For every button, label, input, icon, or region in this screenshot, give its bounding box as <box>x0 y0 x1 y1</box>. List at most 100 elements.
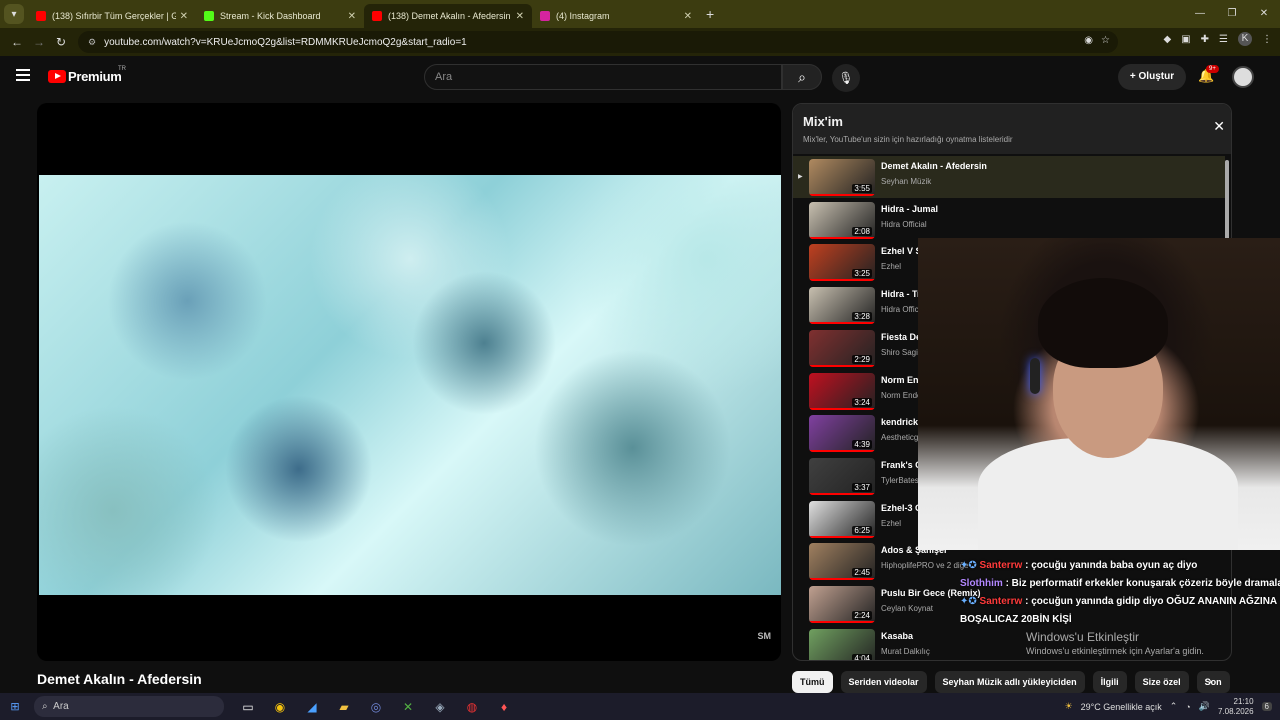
volume-icon[interactable]: 🔊 <box>1199 701 1210 712</box>
site-info-icon[interactable]: ⚙ <box>88 37 96 48</box>
video-player[interactable]: SM <box>37 103 781 661</box>
weather-icon[interactable]: ☀ <box>1065 701 1073 712</box>
now-playing-icon: ▶ <box>798 174 803 180</box>
url-text: youtube.com/watch?v=KRUeJcmoQ2g&list=RDM… <box>104 36 467 48</box>
video-thumbnail[interactable]: 3:28 <box>809 287 875 325</box>
notification-count[interactable]: 6 <box>1261 702 1272 711</box>
back-icon[interactable]: ← <box>6 35 28 49</box>
chip-related[interactable]: İlgili <box>1092 671 1127 693</box>
new-tab-icon[interactable]: + <box>706 6 714 22</box>
playlist-item-title: Ezhel V S <box>881 246 922 257</box>
video-thumbnail[interactable]: 6:25 <box>809 500 875 538</box>
chip-all[interactable]: Tümü <box>792 671 833 693</box>
close-tab-icon[interactable]: ✕ <box>348 11 356 22</box>
browser-tab-2[interactable]: Stream - Kick Dashboard ✕ <box>196 4 364 28</box>
chrome-icon[interactable]: ◉ <box>270 700 290 714</box>
app-icon[interactable]: ♦ <box>494 700 514 714</box>
chip-for-you[interactable]: Size özel <box>1134 671 1189 693</box>
profile-avatar[interactable]: K <box>1238 32 1252 46</box>
mix-title[interactable]: Mix'im <box>803 114 843 129</box>
bookmark-star-icon[interactable]: ☆ <box>1101 35 1110 46</box>
puzzle-icon[interactable]: ✚ <box>1201 34 1209 45</box>
clock[interactable]: 21:10 7.08.2026 <box>1218 697 1254 717</box>
playlist-item-channel: Norm Ende <box>881 390 922 400</box>
close-window-icon[interactable]: ✕ <box>1248 0 1280 28</box>
watch-progress-bar <box>809 621 875 623</box>
video-thumbnail[interactable]: 3:55 <box>809 159 875 196</box>
windows-start-icon[interactable]: ⊞ <box>0 700 30 713</box>
tab-search-button[interactable]: ▾ <box>4 4 24 24</box>
playlist-item[interactable]: ▶ 3:55 Demet Akalın - Afedersin Seyhan Müzi… <box>793 156 1225 198</box>
playlist-item-channel: Ezhel <box>881 518 902 528</box>
restore-icon[interactable]: ❐ <box>1216 0 1248 28</box>
extension-icon[interactable]: ◆ <box>1163 34 1171 45</box>
chip-series[interactable]: Seriden videolar <box>840 671 927 693</box>
reading-list-icon[interactable]: ☰ <box>1219 34 1228 45</box>
weather-text[interactable]: 29°C Genellikle açık <box>1081 702 1162 712</box>
close-tab-icon[interactable]: ✕ <box>516 11 524 22</box>
close-tab-icon[interactable]: ✕ <box>180 11 188 22</box>
chip-recent[interactable]: Son <box>1196 671 1230 693</box>
playlist-scrollbar[interactable] <box>1225 160 1229 240</box>
youtube-brand[interactable]: Premium <box>68 69 122 84</box>
video-thumbnail[interactable]: 2:08 <box>809 201 875 239</box>
minimize-icon[interactable]: — <box>1184 0 1216 28</box>
video-thumbnail[interactable]: 4:04 <box>809 628 875 660</box>
duration-badge: 2:24 <box>852 611 872 620</box>
youtube-logo-icon[interactable] <box>48 70 66 83</box>
microphone-icon[interactable]: 🎙 <box>832 64 860 92</box>
create-button[interactable]: + Oluştur <box>1118 64 1186 90</box>
video-thumbnail[interactable]: 2:45 <box>809 543 875 581</box>
video-thumbnail[interactable]: 2:24 <box>809 586 875 623</box>
window-controls: — ❐ ✕ <box>1184 0 1280 28</box>
video-title: Demet Akalın - Afedersin <box>37 671 202 687</box>
extension-icon[interactable]: ▣ <box>1181 34 1190 45</box>
playlist-item-channel: Hidra Offic <box>881 305 919 315</box>
watch-progress-bar <box>809 407 875 410</box>
address-bar[interactable]: ⚙ youtube.com/watch?v=KRUeJcmoQ2g&list=R… <box>78 31 1118 53</box>
network-icon[interactable]: ◔ <box>1185 702 1190 712</box>
video-thumbnail[interactable]: 3:24 <box>809 372 875 410</box>
more-menu-icon[interactable]: ⋮ <box>1262 34 1272 45</box>
video-thumbnail[interactable]: 2:29 <box>809 329 875 367</box>
extensions-area: ◆ ▣ ✚ ☰ K ⋮ <box>1163 32 1272 46</box>
playlist-item-channel: HiphoplifePRO ve 2 diğe <box>881 561 969 571</box>
browser-tab-4[interactable]: (4) Instagram ✕ <box>532 4 700 28</box>
chat-message: ✦✪ Santerrw : çocuğu yanında baba oyun a… <box>960 557 1280 575</box>
duration-badge: 3:24 <box>852 397 872 407</box>
watch-progress-bar <box>809 535 875 538</box>
tray-overflow-icon[interactable]: ⌃ <box>1170 701 1178 712</box>
task-view-icon[interactable]: ▭ <box>238 700 258 714</box>
playlist-item-channel: Ceylan Koynat <box>881 604 934 613</box>
windows-activation-watermark: Windows'u Etkinleştir Windows'u etkinleş… <box>1026 630 1204 656</box>
close-icon[interactable]: ✕ <box>1213 118 1225 135</box>
search-input[interactable]: Ara <box>424 64 782 90</box>
playlist-item-title: kendrick <box>881 417 919 428</box>
chevron-right-icon[interactable]: › <box>1208 674 1212 688</box>
app-icon[interactable]: ◍ <box>462 700 482 714</box>
video-thumbnail[interactable]: 4:39 <box>809 415 875 453</box>
steam-icon[interactable]: ◈ <box>430 700 450 714</box>
lens-icon[interactable]: ◉ <box>1084 35 1093 46</box>
watch-progress-bar <box>809 322 875 325</box>
close-tab-icon[interactable]: ✕ <box>684 11 692 22</box>
reload-icon[interactable]: ↻ <box>50 35 72 49</box>
xbox-icon[interactable]: ✕ <box>398 700 418 714</box>
file-explorer-icon[interactable]: ▰ <box>334 700 354 714</box>
playlist-item[interactable]: 2:08 Hidra - Jumal Hidra Official <box>793 199 1225 241</box>
account-avatar[interactable] <box>1232 66 1254 88</box>
discord-icon[interactable]: ◎ <box>366 700 386 714</box>
browser-tab-1[interactable]: (138) Sıfırbir Tüm Gerçekler | Gü ✕ <box>28 4 196 28</box>
taskbar-search[interactable]: ⌕ Ara <box>34 696 224 717</box>
duration-badge: 6:25 <box>852 525 872 535</box>
forward-icon[interactable]: → <box>28 35 50 49</box>
app-icon[interactable]: ◢ <box>302 700 322 714</box>
video-thumbnail[interactable]: 3:25 <box>809 244 875 282</box>
browser-tab-3[interactable]: (138) Demet Akalın - Afedersin ✕ <box>364 4 532 28</box>
menu-icon[interactable] <box>16 69 30 81</box>
chat-badge-icon: ✦✪ <box>960 596 977 607</box>
taskbar-apps: ▭ ◉ ◢ ▰ ◎ ✕ ◈ ◍ ♦ <box>238 700 514 714</box>
search-icon[interactable]: ⌕ <box>782 64 822 90</box>
chip-uploader[interactable]: Seyhan Müzik adlı yükleyiciden <box>934 671 1085 693</box>
video-thumbnail[interactable]: 3:37 <box>809 457 875 495</box>
